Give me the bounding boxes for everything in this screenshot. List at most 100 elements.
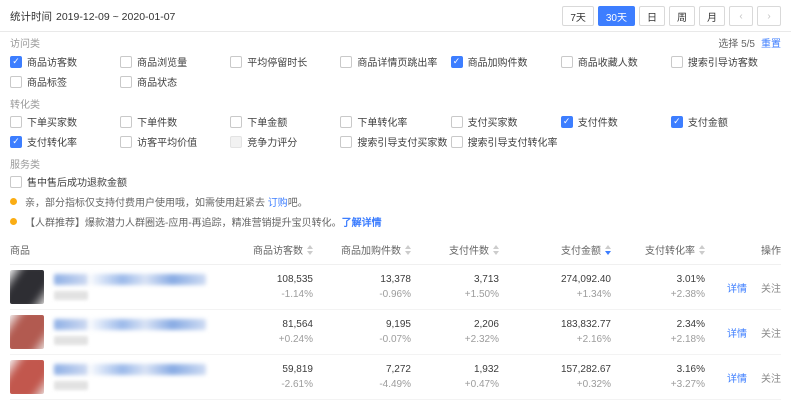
checkbox-icon[interactable] xyxy=(451,136,463,148)
reset-link[interactable]: 重置 xyxy=(761,39,781,50)
metric-checkbox-商品访客数[interactable]: 商品访客数 xyxy=(10,55,120,68)
column-header-商品访客数[interactable]: 商品访客数 xyxy=(221,242,313,257)
checkbox-icon[interactable] xyxy=(340,56,352,68)
column-header-支付转化率[interactable]: 支付转化率 xyxy=(611,242,705,257)
checkbox-icon[interactable] xyxy=(671,56,683,68)
blurred-product-title[interactable] xyxy=(54,364,206,375)
cell-paid-items: 2,206+2.32% xyxy=(411,319,499,345)
checkbox-icon[interactable] xyxy=(561,116,573,128)
notice-link[interactable]: 了解详情 xyxy=(342,218,382,229)
follow-link[interactable]: 关注 xyxy=(761,370,781,385)
blurred-product-title[interactable] xyxy=(54,274,206,285)
metric-checkbox-商品加购件数[interactable]: 商品加购件数 xyxy=(451,55,561,68)
follow-link[interactable]: 关注 xyxy=(761,280,781,295)
checkbox-icon[interactable] xyxy=(451,116,463,128)
cell-conversion-rate: 3.01%+2.38% xyxy=(611,274,705,300)
metric-label: 商品详情页跳出率 xyxy=(357,54,437,69)
metric-checkbox-支付件数[interactable]: 支付件数 xyxy=(561,115,671,128)
checkbox-icon[interactable] xyxy=(340,116,352,128)
checkbox-icon[interactable] xyxy=(120,116,132,128)
product-image[interactable] xyxy=(10,360,44,394)
blurred-product-title[interactable] xyxy=(54,319,206,330)
action-cell: 详情 关注 xyxy=(705,370,781,385)
metric-label: 售中售后成功退款金额 xyxy=(27,174,127,189)
checkbox-icon[interactable] xyxy=(451,56,463,68)
notice-text: 亲，部分指标仅支持付费用户使用哦，如需使用赶紧去 订购吧。 xyxy=(25,194,308,209)
follow-link[interactable]: 关注 xyxy=(761,325,781,340)
cell-conversion-rate: 2.34%+2.18% xyxy=(611,319,705,345)
period-button-7天[interactable]: 7天 xyxy=(562,6,594,26)
group-title-conversion: 转化类 xyxy=(10,100,40,111)
table-row: 38,576-2.85% 3,253-5.13% 747-1.45% 94,06… xyxy=(10,400,781,404)
checkbox-icon[interactable] xyxy=(561,56,573,68)
checkbox-icon[interactable] xyxy=(671,116,683,128)
metric-checkbox-支付买家数[interactable]: 支付买家数 xyxy=(451,115,561,128)
metric-label: 商品状态 xyxy=(137,74,177,89)
metric-checkbox-商品详情页跳出率[interactable]: 商品详情页跳出率 xyxy=(340,55,450,68)
table-body: 108,535-1.14% 13,378-0.96% 3,713+1.50% 2… xyxy=(10,265,781,404)
period-button-日[interactable]: 日 xyxy=(639,6,665,26)
selection-count: 选择 5/5 xyxy=(718,39,755,50)
column-header-支付金额[interactable]: 支付金额 xyxy=(499,242,611,257)
column-header-支付件数[interactable]: 支付件数 xyxy=(411,242,499,257)
period-button-周[interactable]: 周 xyxy=(669,6,695,26)
metric-checkbox-商品标签[interactable]: 商品标签 xyxy=(10,75,120,88)
checkbox-icon[interactable] xyxy=(120,136,132,148)
notice-text: 【人群推荐】爆款潜力人群圈选-应用-再追踪，精准营销提升宝贝转化。了解详情 xyxy=(25,214,382,229)
checkbox-icon[interactable] xyxy=(230,56,242,68)
metric-checkbox-下单转化率[interactable]: 下单转化率 xyxy=(340,115,450,128)
metric-checkbox-下单件数[interactable]: 下单件数 xyxy=(120,115,230,128)
checkbox-icon[interactable] xyxy=(10,116,22,128)
checkbox-icon[interactable] xyxy=(10,176,22,188)
product-cell xyxy=(10,360,221,394)
metric-checkbox-售中售后成功退款金额[interactable]: 售中售后成功退款金额 xyxy=(10,175,127,188)
detail-link[interactable]: 详情 xyxy=(727,370,747,385)
table-row: 59,819-2.61% 7,272-4.49% 1,932+0.47% 157… xyxy=(10,355,781,400)
metric-checkbox-访客平均价值[interactable]: 访客平均价值 xyxy=(120,135,230,148)
metric-label: 商品加购件数 xyxy=(468,54,528,69)
stat-time-bar: 统计时间2019-12-09 ~ 2020-01-07 7天 30天 日 周 月… xyxy=(0,0,791,31)
metric-checkbox-支付转化率[interactable]: 支付转化率 xyxy=(10,135,120,148)
metric-checkbox-搜索引导支付买家数[interactable]: 搜索引导支付买家数 xyxy=(340,135,450,148)
group-title-visit: 访问类 xyxy=(10,35,40,50)
table-row: 108,535-1.14% 13,378-0.96% 3,713+1.50% 2… xyxy=(10,265,781,310)
cell-visitors: 81,564+0.24% xyxy=(221,319,313,345)
metric-label: 支付件数 xyxy=(578,114,618,129)
metric-checkbox-搜索引导访客数[interactable]: 搜索引导访客数 xyxy=(671,55,781,68)
metric-checkbox-搜索引导支付转化率[interactable]: 搜索引导支付转化率 xyxy=(451,135,561,148)
blurred-product-subtext xyxy=(54,291,88,300)
detail-link[interactable]: 详情 xyxy=(727,325,747,340)
column-header-商品加购件数[interactable]: 商品加购件数 xyxy=(313,242,411,257)
divider xyxy=(0,31,791,32)
checkbox-icon[interactable] xyxy=(10,136,22,148)
notice-link[interactable]: 订购 xyxy=(268,198,288,209)
detail-link[interactable]: 详情 xyxy=(727,280,747,295)
checkbox-icon[interactable] xyxy=(120,76,132,88)
metric-checkbox-商品状态[interactable]: 商品状态 xyxy=(120,75,230,88)
metric-checkbox-支付金额[interactable]: 支付金额 xyxy=(671,115,781,128)
metric-checkbox-竞争力评分[interactable]: 竞争力评分 xyxy=(230,135,340,148)
metric-label: 搜索引导支付买家数 xyxy=(357,134,447,149)
period-button-月[interactable]: 月 xyxy=(699,6,725,26)
metric-checkbox-下单金额[interactable]: 下单金额 xyxy=(230,115,340,128)
next-page-button[interactable]: › xyxy=(757,6,781,26)
checkbox-icon[interactable] xyxy=(230,136,242,148)
checkbox-icon[interactable] xyxy=(10,56,22,68)
product-image[interactable] xyxy=(10,315,44,349)
metric-checkbox-下单买家数[interactable]: 下单买家数 xyxy=(10,115,120,128)
cell-visitors: 108,535-1.14% xyxy=(221,274,313,300)
checkbox-icon[interactable] xyxy=(340,136,352,148)
metric-label: 支付买家数 xyxy=(468,114,518,129)
period-button-30天[interactable]: 30天 xyxy=(598,6,635,26)
metric-checkbox-商品浏览量[interactable]: 商品浏览量 xyxy=(120,55,230,68)
prev-page-button[interactable]: ‹ xyxy=(729,6,753,26)
checkbox-icon[interactable] xyxy=(230,116,242,128)
checkbox-icon[interactable] xyxy=(10,76,22,88)
period-button-group: 7天 30天 日 周 月 ‹ › xyxy=(558,6,781,26)
metric-checkbox-商品收藏人数[interactable]: 商品收藏人数 xyxy=(561,55,671,68)
stat-time: 统计时间2019-12-09 ~ 2020-01-07 xyxy=(10,9,175,24)
product-image[interactable] xyxy=(10,270,44,304)
product-cell xyxy=(10,270,221,304)
checkbox-icon[interactable] xyxy=(120,56,132,68)
metric-checkbox-平均停留时长[interactable]: 平均停留时长 xyxy=(230,55,340,68)
